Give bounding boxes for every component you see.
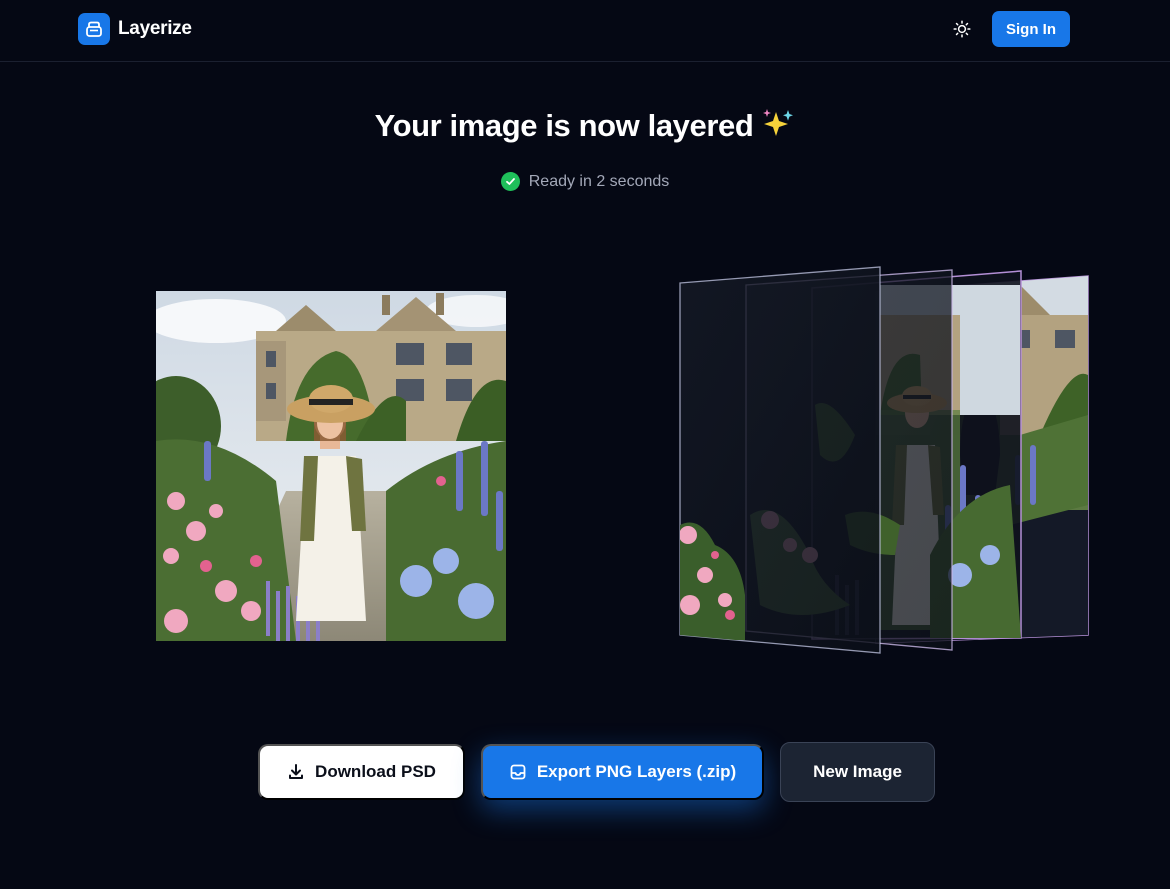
status-text: Ready in 2 seconds bbox=[528, 172, 670, 190]
page-title-text: Your image is now layered bbox=[374, 108, 754, 143]
archive-box-icon bbox=[510, 764, 526, 780]
new-image-button[interactable]: New Image bbox=[780, 742, 935, 802]
theme-toggle-button[interactable] bbox=[950, 17, 974, 41]
status-row: Ready in 2 seconds bbox=[0, 172, 1170, 191]
top-bar: Layerize Sign In bbox=[0, 0, 1170, 62]
sparkles-icon bbox=[761, 108, 795, 146]
layer-foreground bbox=[679, 266, 881, 654]
layers-logo-icon bbox=[78, 13, 110, 45]
brand[interactable]: Layerize bbox=[78, 13, 192, 45]
sign-in-button[interactable]: Sign In bbox=[992, 11, 1070, 47]
check-circle-icon bbox=[500, 172, 520, 191]
action-bar: Download PSD Export PNG Layers (.zip) Ne… bbox=[0, 742, 1170, 802]
export-png-layers-button[interactable]: Export PNG Layers (.zip) bbox=[481, 744, 764, 800]
download-icon bbox=[289, 764, 304, 779]
sun-icon bbox=[953, 20, 971, 38]
page-title: Your image is now layered bbox=[0, 108, 1170, 146]
brand-name: Layerize bbox=[118, 18, 192, 39]
download-psd-label: Download PSD bbox=[315, 762, 436, 781]
export-png-label: Export PNG Layers (.zip) bbox=[536, 762, 737, 781]
new-image-label: New Image bbox=[813, 762, 902, 781]
original-image bbox=[156, 291, 506, 641]
download-psd-button[interactable]: Download PSD bbox=[258, 744, 465, 800]
layers-preview bbox=[660, 255, 1110, 675]
